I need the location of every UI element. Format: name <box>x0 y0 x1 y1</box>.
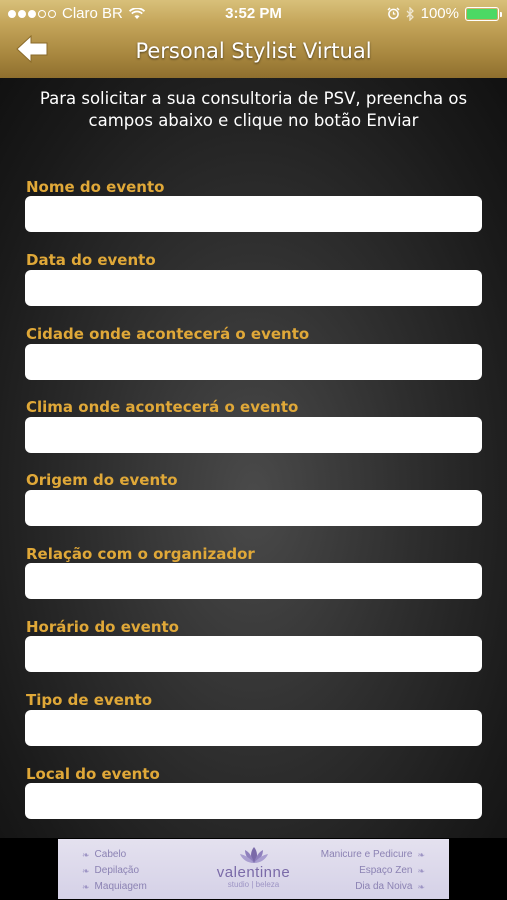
lotus-icon <box>239 847 268 863</box>
tipo-input[interactable] <box>25 710 482 746</box>
status-bar: Claro BR 3:52 PM 100% <box>0 0 507 28</box>
alarm-icon <box>387 7 400 20</box>
ad-banner[interactable]: ❧ Cabelo ❧ Depilação ❧ Maquiagem valentinne… <box>58 839 449 899</box>
ad-services-right: Manicure e Pedicure ❧ Espaço Zen ❧ Dia da … <box>321 847 425 895</box>
clima-input[interactable] <box>25 417 482 453</box>
horario-input[interactable] <box>25 636 482 672</box>
field-label-origem: Origem do evento <box>26 471 178 489</box>
leaf-icon: ❧ <box>417 882 425 892</box>
field-label-relacao: Relação com o organizador <box>26 545 255 563</box>
field-label-clima: Clima onde acontecerá o evento <box>26 398 299 416</box>
cidade-input[interactable] <box>25 344 482 380</box>
ad-item: Dia da Noiva ❧ <box>321 879 425 895</box>
origem-input[interactable] <box>25 490 482 526</box>
relacao-input[interactable] <box>25 563 482 599</box>
top-bar: Claro BR 3:52 PM 100% Personal Stylist V… <box>0 0 507 78</box>
leaf-icon: ❧ <box>417 866 425 876</box>
nome-do-evento-input[interactable] <box>25 196 482 232</box>
field-label-tipo: Tipo de evento <box>26 691 153 709</box>
form-area: Para solicitar a sua consultoria de PSV,… <box>0 78 507 838</box>
leaf-icon: ❧ <box>417 850 425 860</box>
field-label-horario: Horário do evento <box>26 618 179 636</box>
data-do-evento-input[interactable] <box>25 270 482 306</box>
bluetooth-icon <box>406 6 414 21</box>
page-title: Personal Stylist Virtual <box>135 39 372 63</box>
ad-item: Espaço Zen ❧ <box>321 863 425 879</box>
ad-item: Manicure e Pedicure ❧ <box>321 847 425 863</box>
field-label-cidade: Cidade onde acontecerá o evento <box>26 325 310 343</box>
battery-percent: 100% <box>420 5 459 22</box>
field-label-nome: Nome do evento <box>26 178 165 196</box>
field-label-local: Local do evento <box>26 765 160 783</box>
status-right: 100% <box>387 5 502 22</box>
intro-text: Para solicitar a sua consultoria de PSV,… <box>39 89 468 130</box>
local-input[interactable] <box>25 783 482 819</box>
navigation-bar: Personal Stylist Virtual <box>0 28 507 78</box>
footer: ❧ Cabelo ❧ Depilação ❧ Maquiagem valentinne… <box>0 838 507 900</box>
field-label-data: Data do evento <box>26 251 156 269</box>
battery-icon <box>465 6 502 21</box>
